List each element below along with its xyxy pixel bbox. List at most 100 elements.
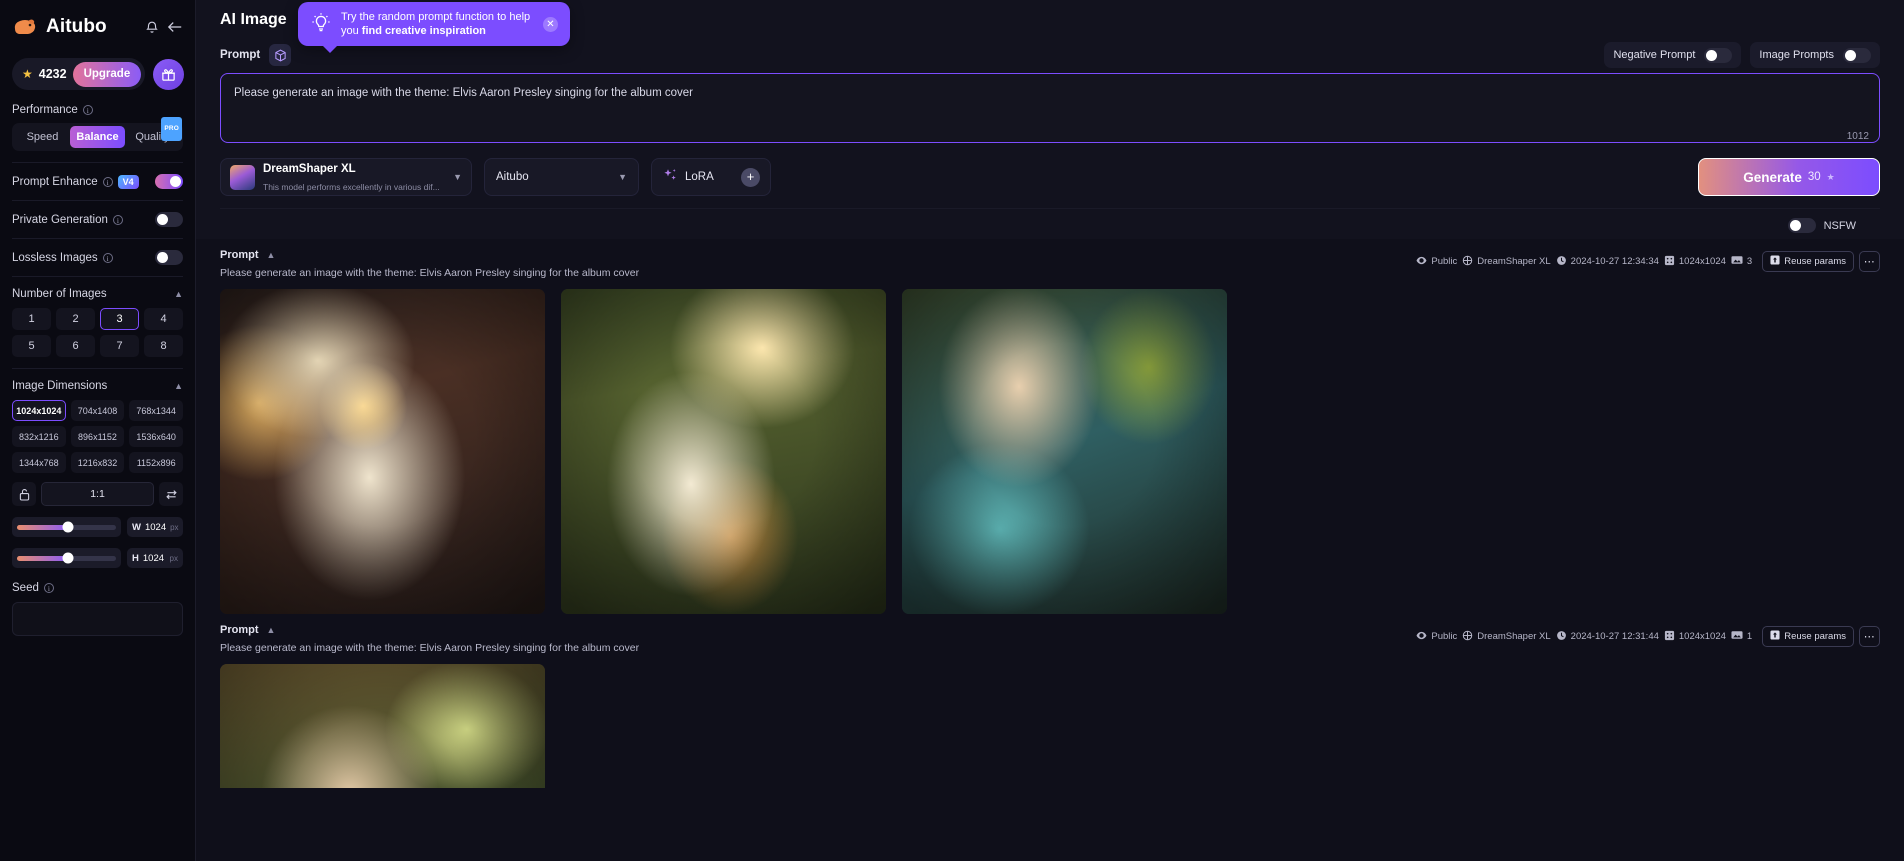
generated-image[interactable]: [902, 289, 1227, 614]
image-dimensions-header[interactable]: Image Dimensions ▲: [12, 380, 183, 392]
private-generation-toggle[interactable]: [155, 212, 183, 227]
model-selector[interactable]: DreamShaper XL This model performs excel…: [220, 158, 472, 196]
image-dimensions-label: Image Dimensions: [12, 380, 108, 392]
reuse-params-button[interactable]: Reuse params: [1762, 626, 1854, 647]
model-value: DreamShaper XL: [1477, 631, 1551, 642]
credit-pill: ★ 4232 Upgrade: [12, 58, 146, 90]
info-icon[interactable]: i: [102, 252, 113, 263]
height-slider[interactable]: [12, 548, 121, 568]
result-prompt-header[interactable]: Prompt ▲: [220, 624, 1416, 636]
image-count-3[interactable]: 3: [100, 308, 139, 330]
info-icon[interactable]: i: [43, 583, 54, 593]
dimension-preset-896x1152[interactable]: 896x1152: [70, 426, 125, 447]
image-count-8[interactable]: 8: [144, 335, 183, 357]
upgrade-button[interactable]: Upgrade: [72, 61, 142, 87]
height-row: H 1024 px: [12, 548, 183, 568]
result-prompt-header[interactable]: Prompt ▲: [220, 249, 1416, 261]
image-prompts-label: Image Prompts: [1759, 49, 1834, 61]
dimensions-meta: 1024x1024: [1664, 630, 1726, 644]
height-field[interactable]: H 1024 px: [127, 548, 183, 568]
close-icon[interactable]: ✕: [543, 16, 558, 32]
dimension-preset-768x1344[interactable]: 768x1344: [129, 400, 183, 421]
swap-icon[interactable]: [159, 482, 183, 506]
result-card-header: Prompt ▲ Please generate an image with t…: [220, 249, 1880, 279]
count-meta: 1: [1731, 630, 1752, 643]
tooltip-text: Try the random prompt function to help y…: [341, 10, 534, 38]
image-count-7[interactable]: 7: [100, 335, 139, 357]
width-slider[interactable]: [12, 517, 121, 537]
image-prompts-row[interactable]: Image Prompts: [1750, 42, 1880, 68]
performance-section: Performance i Speed Balance Quality PRO: [12, 104, 183, 151]
generated-image[interactable]: [220, 289, 545, 614]
negative-prompt-toggle[interactable]: [1704, 47, 1733, 63]
info-icon[interactable]: i: [82, 105, 93, 115]
generated-image[interactable]: [561, 289, 886, 614]
lock-open-icon[interactable]: [12, 482, 36, 506]
generate-cost: 30: [1807, 171, 1821, 183]
eye-icon: [1416, 630, 1427, 644]
more-horizontal-icon[interactable]: ⋯: [1859, 626, 1880, 647]
seed-input[interactable]: [12, 602, 183, 636]
brand-selector-value: Aitubo: [496, 171, 529, 183]
width-field[interactable]: W 1024 px: [127, 517, 183, 537]
chevron-up-icon[interactable]: ▲: [267, 625, 276, 635]
lora-selector[interactable]: LoRA +: [651, 158, 771, 196]
dimension-preset-832x1216[interactable]: 832x1216: [12, 426, 66, 447]
capybara-logo-icon: [12, 16, 38, 38]
plus-icon[interactable]: +: [741, 167, 760, 187]
chevron-down-icon[interactable]: ▼: [618, 172, 627, 182]
brand-selector[interactable]: Aitubo ▼: [484, 158, 639, 196]
gift-icon[interactable]: [153, 58, 185, 90]
info-icon[interactable]: i: [112, 214, 123, 225]
chevron-up-icon[interactable]: ▲: [267, 250, 276, 260]
star-icon: ★: [22, 67, 33, 81]
prompt-input[interactable]: [220, 73, 1880, 143]
arrow-left-icon[interactable]: [167, 20, 183, 34]
image-count-1[interactable]: 1: [12, 308, 51, 330]
model-description: This model performs excellently in vario…: [263, 182, 440, 192]
divider: [12, 238, 183, 239]
lossless-images-row: Lossless Images i: [12, 250, 183, 265]
result-prompt-label: Prompt: [220, 624, 259, 636]
generate-button[interactable]: Generate 30 ★: [1698, 158, 1880, 196]
lightbulb-icon: [310, 11, 332, 38]
reuse-icon: [1770, 630, 1780, 643]
result-meta: Public DreamShaper XL 2024: [1416, 249, 1880, 272]
chevron-up-icon[interactable]: ▲: [174, 381, 183, 391]
dimension-preset-1216x832[interactable]: 1216x832: [70, 452, 125, 473]
chevron-up-icon[interactable]: ▲: [174, 289, 183, 299]
chevron-down-icon[interactable]: ▼: [453, 172, 462, 182]
number-of-images-header[interactable]: Number of Images ▲: [12, 288, 183, 300]
image-count-5[interactable]: 5: [12, 335, 51, 357]
image-count-2[interactable]: 2: [56, 308, 95, 330]
lossless-images-toggle[interactable]: [155, 250, 183, 265]
bell-icon[interactable]: [145, 20, 159, 34]
performance-option-speed[interactable]: Speed: [15, 126, 70, 148]
dice-icon[interactable]: [269, 44, 292, 66]
aspect-ratio-value[interactable]: 1:1: [41, 482, 154, 506]
info-icon[interactable]: i: [102, 176, 113, 187]
reuse-params-button[interactable]: Reuse params: [1762, 251, 1854, 272]
height-label: H: [132, 552, 139, 564]
prompt-enhance-toggle[interactable]: [155, 174, 183, 189]
performance-option-quality[interactable]: Quality PRO: [125, 117, 182, 148]
performance-segmented-control: Speed Balance Quality PRO: [12, 117, 183, 151]
more-horizontal-icon[interactable]: ⋯: [1859, 251, 1880, 272]
dimension-preset-1344x768[interactable]: 1344x768: [12, 452, 66, 473]
performance-option-balance[interactable]: Balance: [70, 126, 125, 148]
reuse-icon: [1770, 255, 1780, 268]
dimension-preset-1536x640[interactable]: 1536x640: [129, 426, 183, 447]
model-value: DreamShaper XL: [1477, 256, 1551, 267]
generated-image[interactable]: [220, 664, 545, 788]
dimension-preset-1152x896[interactable]: 1152x896: [129, 452, 183, 473]
nsfw-toggle[interactable]: [1787, 218, 1816, 233]
dimension-preset-704x1408[interactable]: 704x1408: [70, 400, 125, 421]
image-count-6[interactable]: 6: [56, 335, 95, 357]
visibility-value: Public: [1431, 256, 1458, 267]
tools-row: DreamShaper XL This model performs excel…: [220, 158, 1880, 208]
image-dimensions-grid: 1024x1024 704x1408 768x1344 832x1216 896…: [12, 400, 183, 473]
image-count-4[interactable]: 4: [144, 308, 183, 330]
image-prompts-toggle[interactable]: [1843, 47, 1871, 63]
negative-prompt-row[interactable]: Negative Prompt: [1604, 42, 1742, 68]
dimension-preset-1024x1024[interactable]: 1024x1024: [12, 400, 66, 421]
